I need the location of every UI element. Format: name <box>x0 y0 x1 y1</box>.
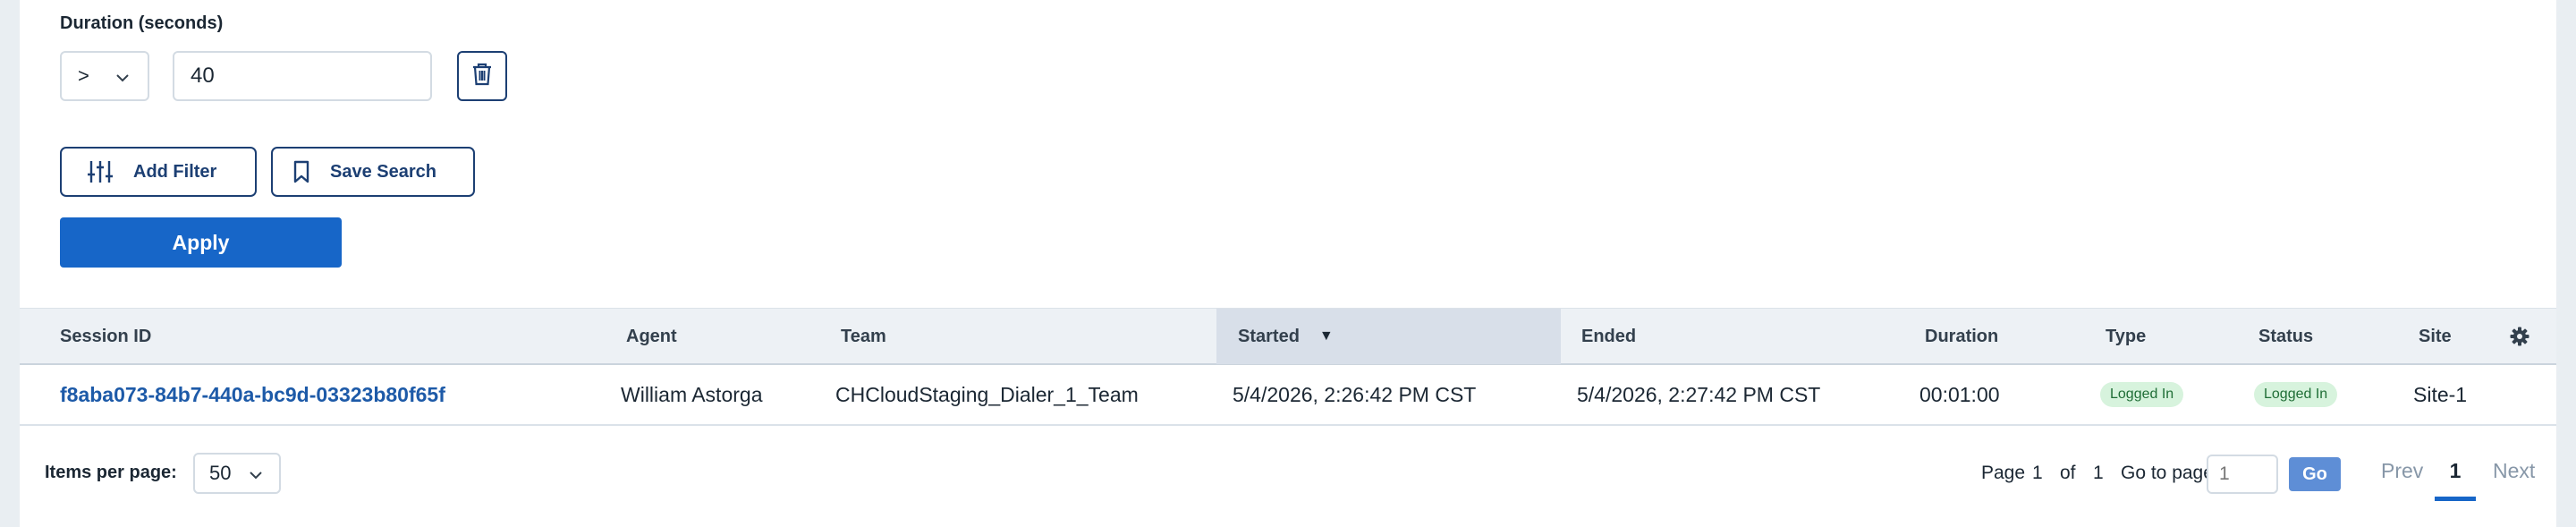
gear-icon[interactable] <box>2510 327 2529 351</box>
duration-value-input[interactable] <box>173 51 432 101</box>
next-page-link[interactable]: Next <box>2493 459 2535 483</box>
items-per-page-label: Items per page: <box>45 463 177 482</box>
column-header-site[interactable]: Site <box>2419 309 2452 364</box>
trash-icon <box>470 62 494 91</box>
column-header-status[interactable]: Status <box>2258 309 2313 364</box>
status-badge: Logged In <box>2254 382 2338 407</box>
agent-cell: William Astorga <box>621 382 763 406</box>
sliders-icon <box>87 159 114 184</box>
go-to-page-input[interactable] <box>2207 455 2278 494</box>
table-row[interactable]: f8aba073-84b7-440a-bc9d-03323b80f65f Wil… <box>20 365 2556 426</box>
team-cell: CHCloudStaging_Dialer_1_Team <box>835 382 1139 406</box>
column-header-type[interactable]: Type <box>2106 309 2146 364</box>
type-cell: Logged In <box>2100 365 2184 424</box>
add-filter-button[interactable]: Add Filter <box>60 147 257 197</box>
page-current-number: 1 <box>2032 463 2043 483</box>
items-per-page-value: 50 <box>209 462 232 484</box>
chevron-down-icon <box>247 466 265 489</box>
column-header-team[interactable]: Team <box>841 309 886 364</box>
duration-cell: 00:01:00 <box>1919 382 2000 406</box>
current-page-link[interactable]: 1 <box>2435 456 2476 501</box>
operator-value: > <box>78 64 89 87</box>
column-header-started-label: Started <box>1238 326 1300 346</box>
page-label: Page <box>1981 463 2026 483</box>
bookmark-icon <box>292 160 310 183</box>
sort-descending-icon: ▼ <box>1318 328 1334 344</box>
type-badge: Logged In <box>2100 382 2184 407</box>
ended-cell: 5/4/2026, 2:27:42 PM CST <box>1577 382 1821 406</box>
delete-filter-button[interactable] <box>457 51 507 101</box>
column-header-duration[interactable]: Duration <box>1925 309 1998 364</box>
status-cell: Logged In <box>2254 365 2338 424</box>
prev-page-link[interactable]: Prev <box>2381 459 2423 483</box>
search-panel: Duration (seconds) > Add Filter <box>20 0 2556 527</box>
session-id-link[interactable]: f8aba073-84b7-440a-bc9d-03323b80f65f <box>60 365 445 424</box>
column-header-started[interactable]: Started ▼ <box>1216 309 1561 364</box>
table-header: Session ID Agent Team Started ▼ Ended Du… <box>20 308 2556 365</box>
go-button[interactable]: Go <box>2289 457 2341 491</box>
save-search-label: Save Search <box>330 161 436 182</box>
column-header-session-id[interactable]: Session ID <box>60 309 151 364</box>
operator-select[interactable]: > <box>60 51 149 101</box>
of-label: of <box>2060 463 2076 483</box>
add-filter-label: Add Filter <box>133 161 217 182</box>
save-search-button[interactable]: Save Search <box>271 147 475 197</box>
chevron-down-icon <box>114 69 131 92</box>
go-to-page-label: Go to page: <box>2121 463 2219 483</box>
duration-filter-label: Duration (seconds) <box>60 13 224 33</box>
page-total-number: 1 <box>2093 463 2104 483</box>
started-cell: 5/4/2026, 2:26:42 PM CST <box>1233 382 1477 406</box>
apply-button[interactable]: Apply <box>60 217 342 268</box>
items-per-page-select[interactable]: 50 <box>193 453 281 494</box>
site-cell: Site-1 <box>2413 382 2468 406</box>
column-header-agent[interactable]: Agent <box>626 309 677 364</box>
column-header-ended[interactable]: Ended <box>1581 309 1636 364</box>
